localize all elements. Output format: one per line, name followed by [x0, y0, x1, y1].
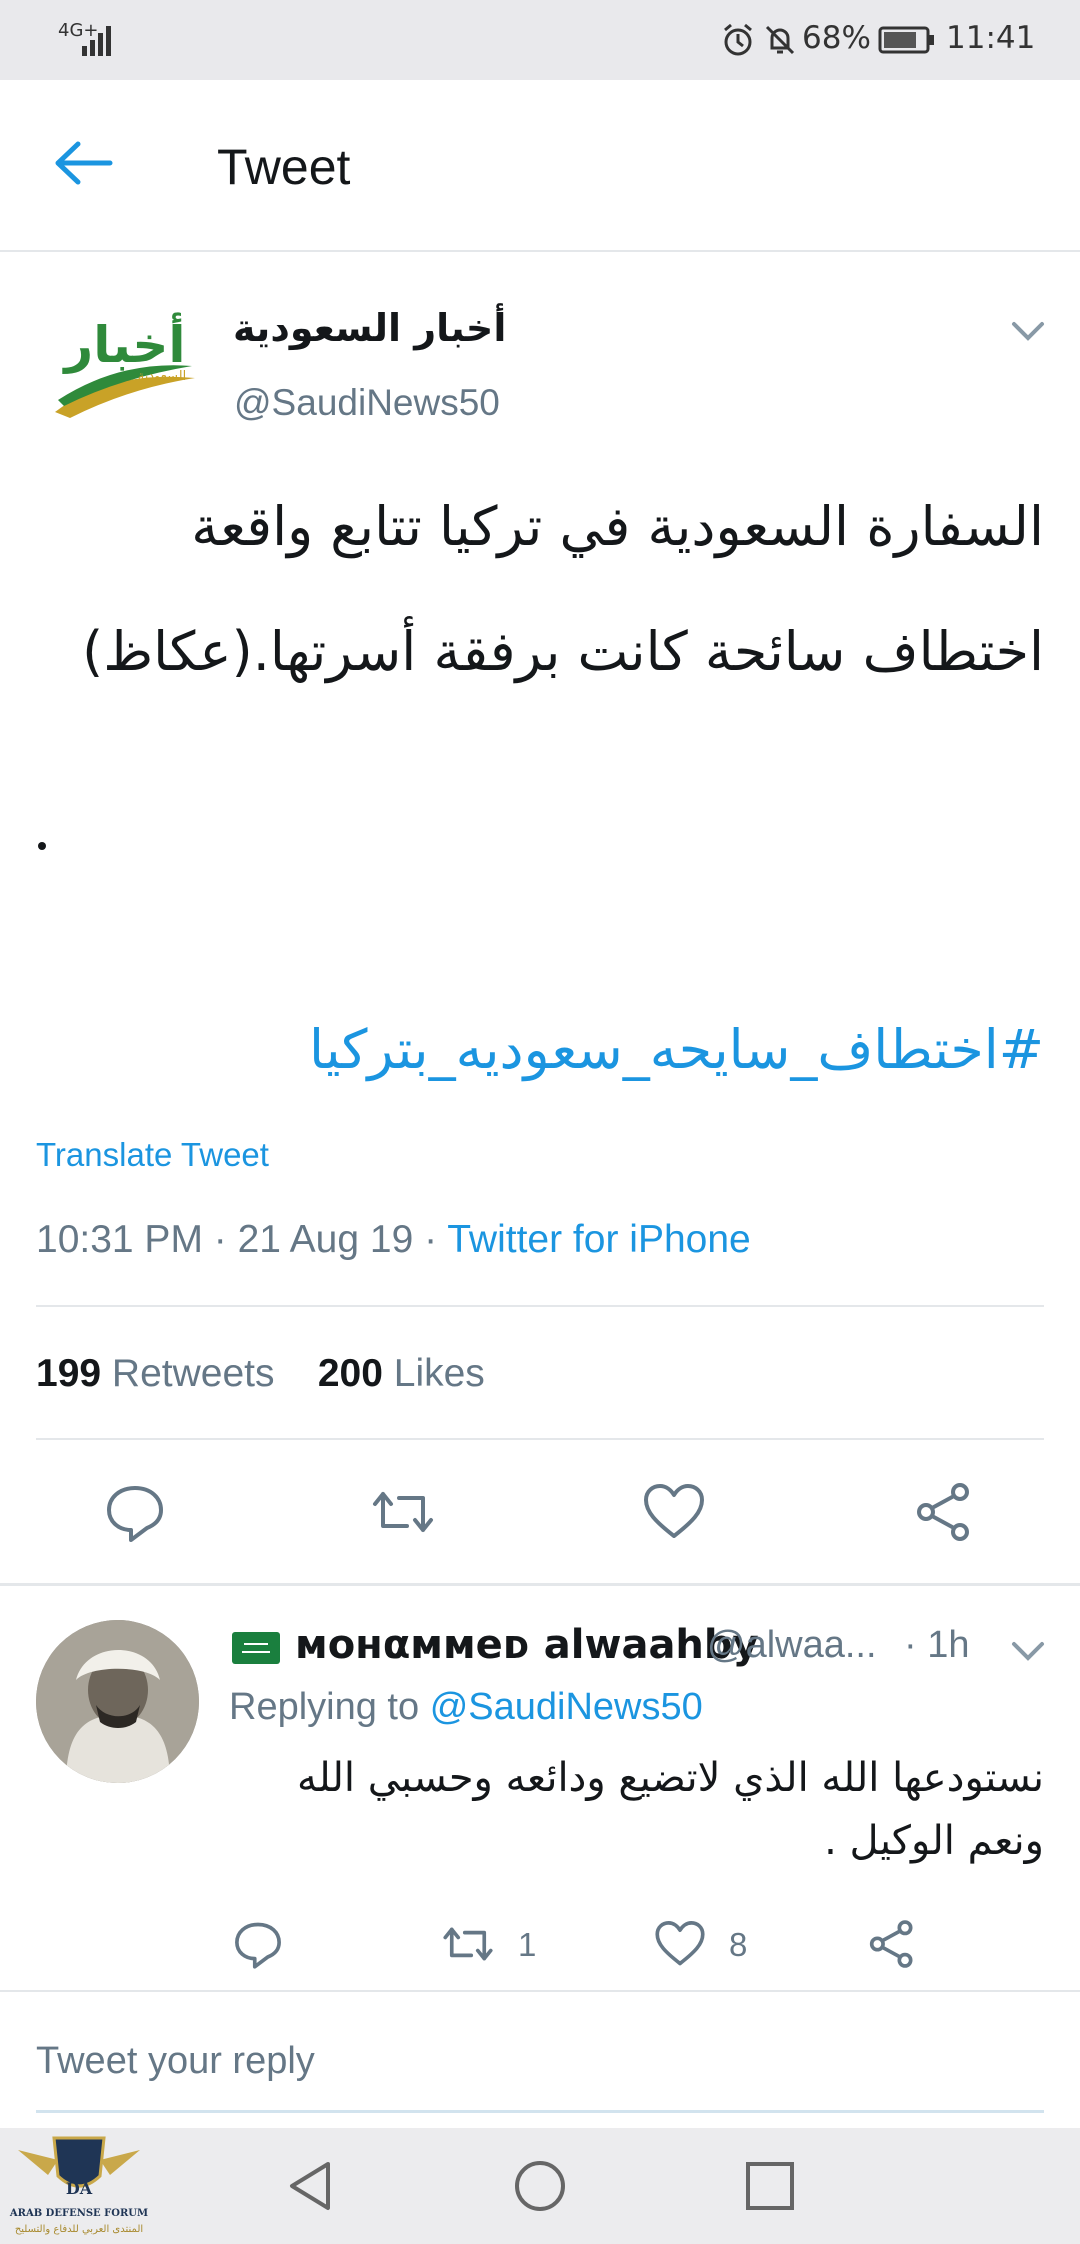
reply-like-count: 8	[729, 1926, 748, 1963]
tweet-text-dot	[38, 842, 46, 850]
retweet-icon[interactable]	[371, 1480, 435, 1544]
reply-author-avatar[interactable]	[36, 1620, 199, 1783]
page-title: Tweet	[217, 139, 351, 195]
tweet-source-link[interactable]: Twitter for iPhone	[447, 1218, 750, 1261]
reply-text-line: ونعم الوكيل .	[824, 1818, 1044, 1864]
replying-to-line: Replying to @SaudiNews50	[229, 1686, 703, 1729]
likes-label[interactable]: Likes	[394, 1352, 485, 1395]
avatar-logo-text: أخبار	[61, 312, 185, 374]
alarm-icon	[724, 23, 752, 56]
mute-icon	[765, 25, 795, 55]
reply-icon[interactable]	[232, 1918, 284, 1970]
nav-home-icon[interactable]	[512, 2158, 568, 2214]
chevron-down-icon[interactable]	[1008, 316, 1048, 346]
arab-defense-forum-watermark: DA ARAB DEFENSE FORUM المنتدى العربي للد…	[9, 2136, 148, 2235]
like-heart-icon[interactable]	[654, 1918, 706, 1970]
tweet-time: 10:31 PM	[36, 1218, 203, 1261]
battery-icon	[878, 26, 934, 54]
tweet-text-line: اختطاف سائحة كانت برفقة أسرتها.(عكاظ)	[82, 620, 1044, 683]
translate-tweet-link[interactable]: Translate Tweet	[36, 1136, 269, 1174]
reply-retweet-count: 1	[518, 1926, 537, 1963]
retweets-label[interactable]: Retweets	[112, 1352, 275, 1395]
nav-back-icon[interactable]	[284, 2158, 336, 2214]
tweet-reply-input[interactable]: Tweet your reply	[36, 2040, 315, 2083]
retweet-count[interactable]: 199	[36, 1352, 101, 1395]
divider	[36, 1305, 1044, 1307]
author-handle[interactable]: @SaudiNews50	[234, 382, 500, 424]
retweet-icon[interactable]	[442, 1918, 494, 1970]
back-arrow-icon[interactable]	[50, 138, 120, 188]
author-name[interactable]: أخبار السعودية	[233, 306, 506, 350]
hashtag-link[interactable]: #اختطاف_سايحه_سعوديه_بتركيا	[309, 1018, 1044, 1081]
status-bar: 4G+ 68% 11:41	[0, 0, 1080, 80]
app-header: Tweet	[0, 80, 1080, 252]
replying-to-label: Replying to	[229, 1686, 420, 1728]
author-avatar[interactable]: أخبار السعودية	[50, 300, 200, 430]
tweet-stats: 199 Retweets 200 Likes	[36, 1352, 485, 1396]
svg-text:DA: DA	[66, 2179, 93, 2198]
svg-text:ARAB DEFENSE FORUM: ARAB DEFENSE FORUM	[9, 2208, 148, 2219]
tweet-metadata: 10:31 PM · 21 Aug 19 · Twitter for iPhon…	[36, 1218, 751, 1261]
battery-percent: 68%	[802, 20, 871, 56]
reply-author-name[interactable]: ᴍoнαммeᴅ alwaahby	[295, 1622, 759, 1668]
share-icon[interactable]	[912, 1480, 976, 1544]
divider	[36, 1438, 1044, 1440]
reply-text-line: نستودعها الله الذي لاتضيع ودائعه وحسبي ا…	[297, 1755, 1044, 1801]
svg-text:المنتدى العربي للدفاع والتسليح: المنتدى العربي للدفاع والتسليح	[15, 2224, 143, 2235]
tweet-date: 21 Aug 19	[237, 1218, 414, 1261]
reply-author-handle[interactable]: @alwaa...	[707, 1624, 877, 1667]
reply-icon[interactable]	[103, 1480, 167, 1544]
saudi-flag-icon	[232, 1632, 280, 1664]
system-nav-bar	[0, 2128, 1080, 2244]
replying-to-handle[interactable]: @SaudiNews50	[430, 1686, 703, 1728]
like-heart-icon[interactable]	[642, 1480, 706, 1544]
divider	[0, 1990, 1080, 1992]
signal-icon	[82, 26, 111, 56]
tweet-text-line: السفارة السعودية في تركيا تتابع واقعة	[191, 495, 1044, 558]
nav-recents-icon[interactable]	[744, 2160, 796, 2212]
input-underline	[36, 2110, 1044, 2113]
chevron-down-icon[interactable]	[1008, 1636, 1048, 1666]
section-separator	[0, 1583, 1080, 1586]
clock: 11:41	[946, 20, 1036, 56]
reply-timestamp: · 1h	[904, 1624, 970, 1666]
share-icon[interactable]	[866, 1918, 918, 1970]
svg-text:السعودية: السعودية	[138, 369, 187, 384]
like-count[interactable]: 200	[318, 1352, 383, 1395]
